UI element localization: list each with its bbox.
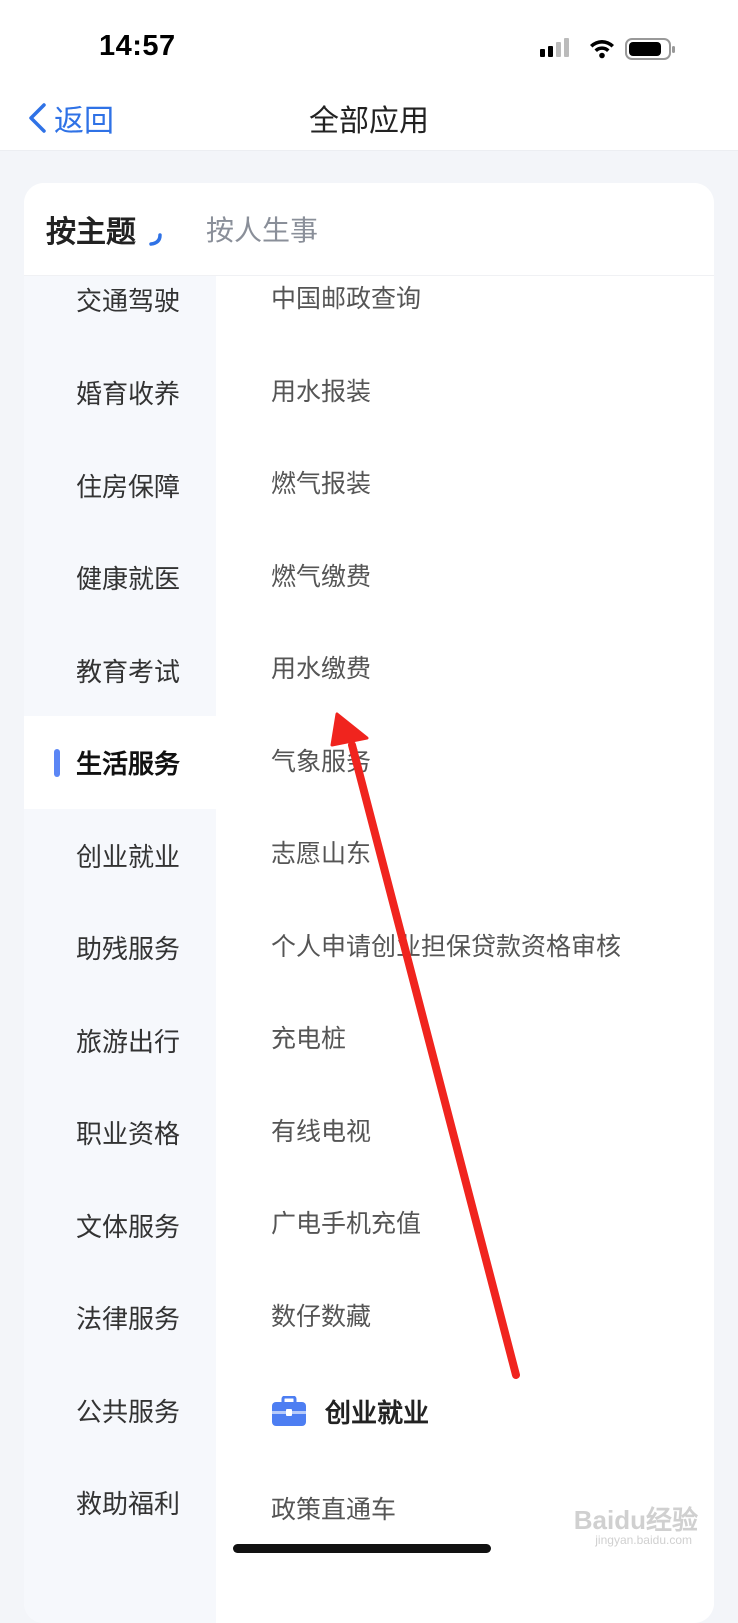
sidebar-item-qualification[interactable]: 职业资格 bbox=[24, 1086, 216, 1179]
service-item-water-payment[interactable]: 用水缴费 bbox=[271, 649, 371, 685]
service-item-water-install[interactable]: 用水报装 bbox=[271, 372, 371, 408]
sidebar-item-public[interactable]: 公共服务 bbox=[24, 1364, 216, 1457]
sidebar-item-label: 教育考试 bbox=[76, 658, 181, 688]
service-item-gas-payment[interactable]: 燃气缴费 bbox=[271, 557, 371, 593]
sidebar-item-welfare[interactable]: 救助福利 bbox=[24, 1456, 216, 1549]
watermark-url: jingyan.baidu.com bbox=[595, 1533, 692, 1547]
section-header-employment: 创业就业 bbox=[271, 1393, 429, 1430]
sidebar-item-label: 健康就医 bbox=[76, 565, 181, 595]
apps-card: 按主题 按人生事 交通驾驶 婚育收养 住房保障 健康就医 教育考试 生活服务 创… bbox=[24, 183, 714, 1623]
sidebar-item-label: 住房保障 bbox=[76, 473, 181, 503]
status-icons bbox=[538, 36, 678, 62]
sidebar-item-label: 生活服务 bbox=[76, 750, 181, 780]
category-tabs: 按主题 按人生事 bbox=[24, 183, 714, 276]
sidebar-item-label: 旅游出行 bbox=[76, 1028, 181, 1058]
service-item-mobile-topup[interactable]: 广电手机充值 bbox=[271, 1204, 421, 1240]
service-item-charging-pile[interactable]: 充电桩 bbox=[271, 1019, 346, 1055]
briefcase-icon bbox=[272, 1395, 306, 1426]
category-sidebar: 交通驾驶 婚育收养 住房保障 健康就医 教育考试 生活服务 创业就业 助残服务 … bbox=[24, 275, 216, 1623]
service-item-digital-collection[interactable]: 数仔数藏 bbox=[271, 1297, 371, 1333]
service-item-gas-install[interactable]: 燃气报装 bbox=[271, 464, 371, 500]
service-item-postal-query[interactable]: 中国邮政查询 bbox=[271, 279, 421, 315]
sidebar-item-travel[interactable]: 旅游出行 bbox=[24, 994, 216, 1087]
sidebar-item-label: 公共服务 bbox=[76, 1398, 181, 1428]
home-indicator[interactable] bbox=[233, 1544, 491, 1553]
sidebar-item-health[interactable]: 健康就医 bbox=[24, 531, 216, 624]
watermark-logo: Baidu经验 bbox=[573, 1505, 698, 1535]
sidebar-item-legal[interactable]: 法律服务 bbox=[24, 1271, 216, 1364]
sidebar-item-education[interactable]: 教育考试 bbox=[24, 624, 216, 717]
service-item-volunteer[interactable]: 志愿山东 bbox=[271, 834, 371, 870]
section-title: 创业就业 bbox=[325, 1399, 430, 1429]
sidebar-item-label: 救助福利 bbox=[76, 1490, 181, 1520]
sidebar-item-marriage[interactable]: 婚育收养 bbox=[24, 346, 216, 439]
sidebar-item-housing[interactable]: 住房保障 bbox=[24, 439, 216, 532]
service-item-weather[interactable]: 气象服务 bbox=[271, 742, 371, 778]
status-bar: 14:57 bbox=[0, 0, 738, 90]
sidebar-item-label: 职业资格 bbox=[76, 1120, 181, 1150]
service-item-loan-qualification[interactable]: 个人申请创业担保贷款资格审核 bbox=[271, 927, 621, 963]
navigation-bar: 返回 全部应用 bbox=[0, 90, 738, 151]
service-list: 中国邮政查询 用水报装 燃气报装 燃气缴费 用水缴费 气象服务 志愿山东 个人申… bbox=[216, 275, 714, 1623]
status-time: 14:57 bbox=[99, 30, 176, 62]
service-item-policy-express[interactable]: 政策直通车 bbox=[271, 1490, 396, 1526]
sidebar-item-disability[interactable]: 助残服务 bbox=[24, 901, 216, 994]
battery-icon bbox=[625, 38, 675, 60]
tab-active-indicator bbox=[149, 233, 162, 246]
wifi-icon bbox=[590, 40, 614, 59]
sidebar-item-label: 创业就业 bbox=[76, 843, 181, 873]
tab-by-life-event[interactable]: 按人生事 bbox=[206, 209, 318, 249]
sidebar-item-label: 婚育收养 bbox=[76, 380, 181, 410]
sidebar-item-culture-sports[interactable]: 文体服务 bbox=[24, 1179, 216, 1272]
sidebar-item-life-services[interactable]: 生活服务 bbox=[24, 716, 216, 809]
sidebar-item-label: 助残服务 bbox=[76, 935, 181, 965]
sidebar-item-label: 法律服务 bbox=[76, 1305, 181, 1335]
page-title: 全部应用 bbox=[309, 104, 429, 139]
cellular-signal-icon bbox=[540, 38, 569, 57]
tab-by-theme[interactable]: 按主题 bbox=[46, 207, 136, 251]
sidebar-item-label: 文体服务 bbox=[76, 1213, 181, 1243]
service-item-cable-tv[interactable]: 有线电视 bbox=[271, 1112, 371, 1148]
sidebar-item-employment[interactable]: 创业就业 bbox=[24, 809, 216, 902]
sidebar-item-label: 交通驾驶 bbox=[76, 287, 181, 317]
